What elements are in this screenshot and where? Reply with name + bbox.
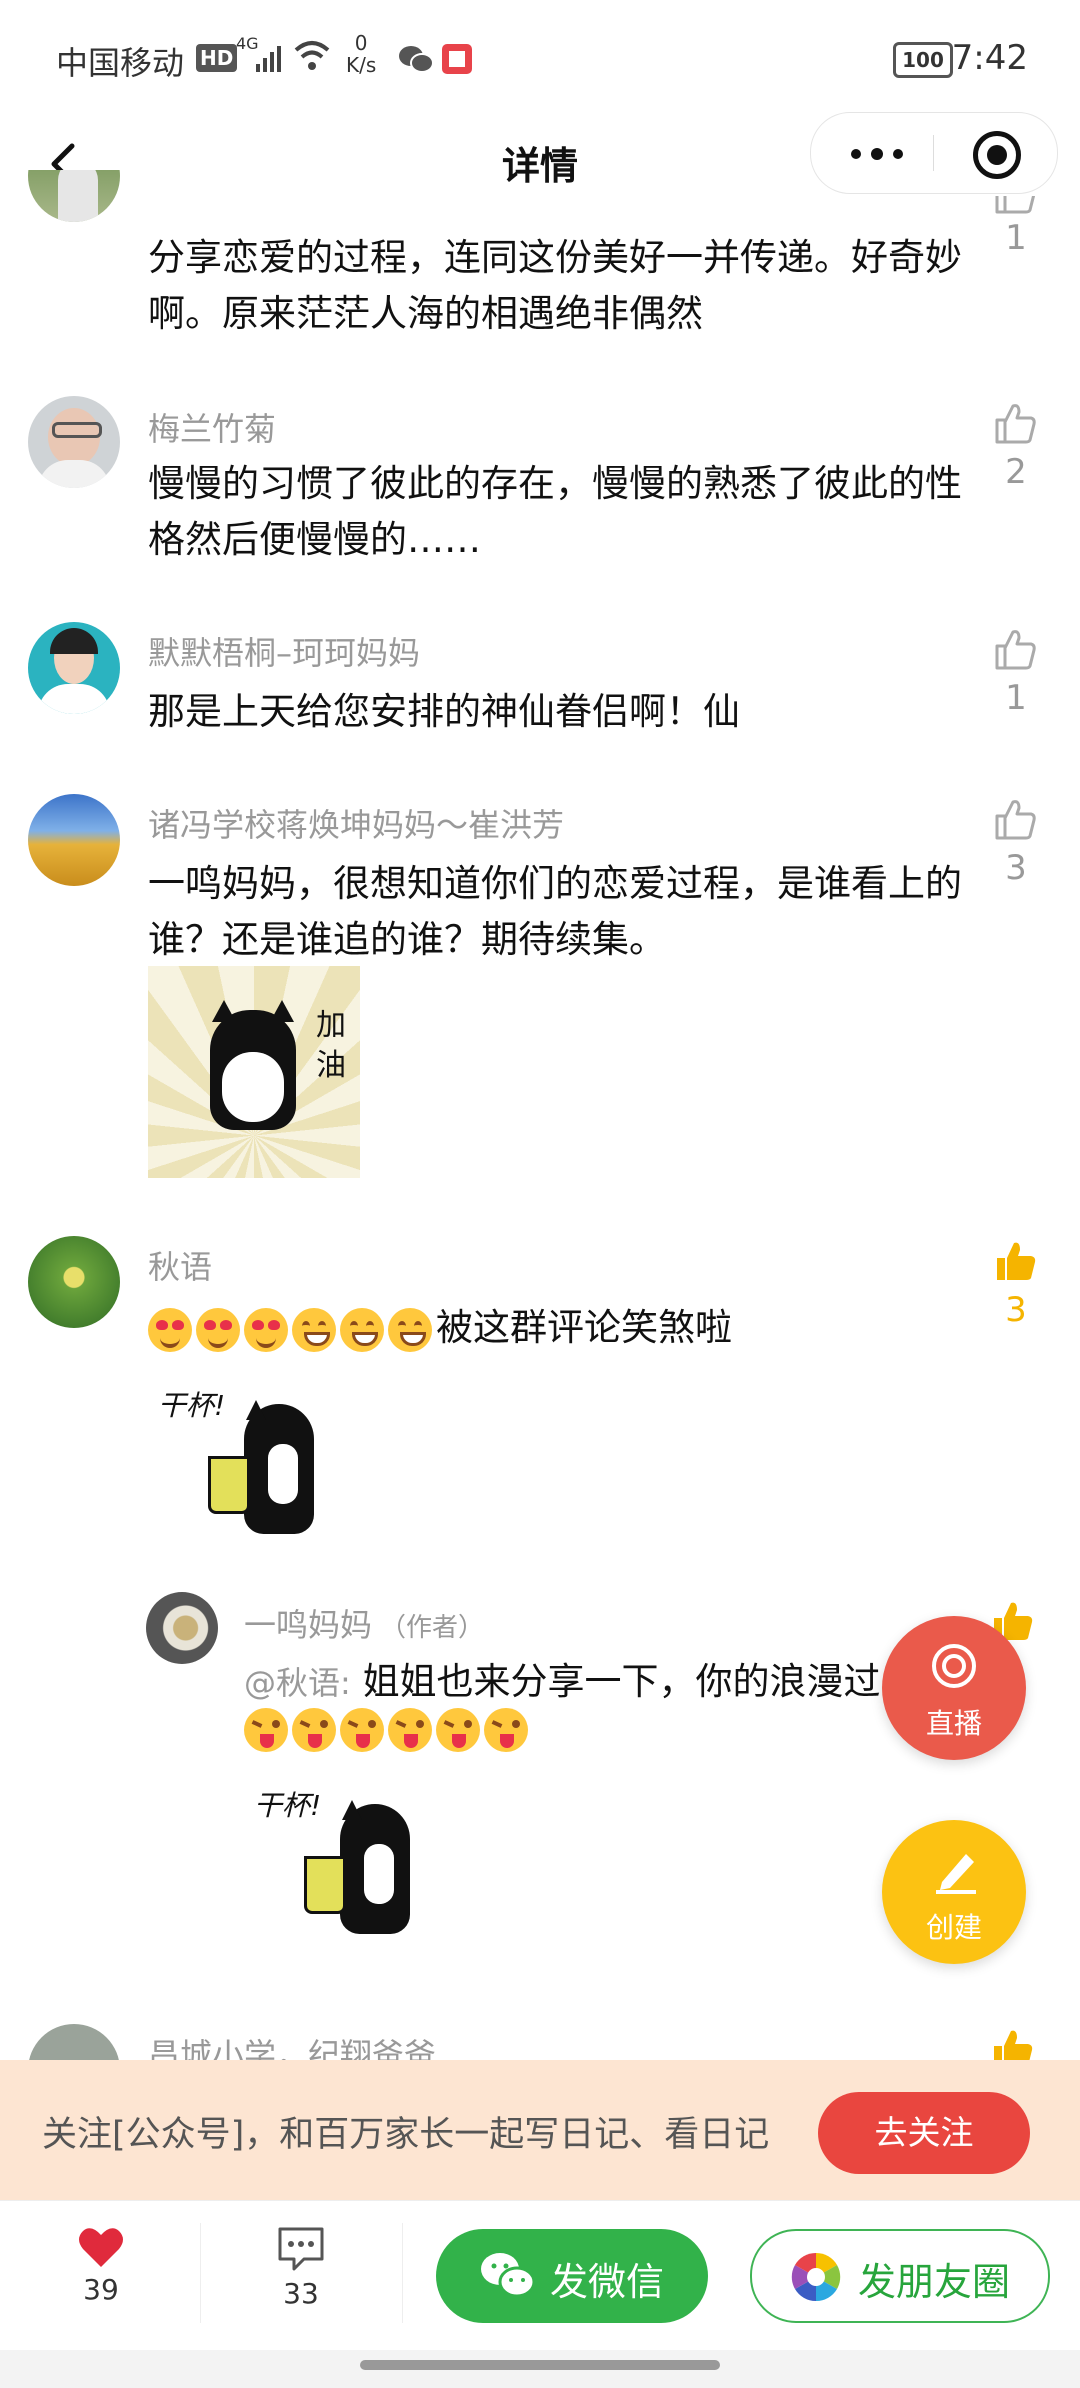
speed-value: 0 xyxy=(354,31,368,55)
commenter-name[interactable]: 梅兰竹菊 xyxy=(148,404,276,450)
like-button[interactable]: 3 xyxy=(986,796,1046,888)
tongue-emoji xyxy=(388,1708,432,1752)
create-button[interactable]: 创建 xyxy=(882,1820,1026,1964)
live-button[interactable]: 直播 xyxy=(882,1616,1026,1760)
follow-button[interactable]: 去关注 xyxy=(818,2092,1030,2174)
grin-emoji xyxy=(340,1307,384,1352)
divider xyxy=(200,2223,201,2323)
comment-text-line: 被这群评论笑煞啦 xyxy=(148,1300,732,1356)
hd-badge: HD xyxy=(196,44,238,72)
tongue-emoji xyxy=(340,1708,384,1752)
avatar[interactable] xyxy=(28,622,120,714)
reply-text: 姐姐也来分享一下，你的浪漫过 xyxy=(362,1660,881,1703)
commenter-name[interactable]: 默默梧桐–珂珂妈妈 xyxy=(148,628,420,674)
like-button[interactable]: 2 xyxy=(986,400,1046,492)
like-count: 1 xyxy=(1005,678,1027,718)
divider xyxy=(402,2223,403,2323)
clock: 7:42 xyxy=(951,38,1028,78)
mini-program-capsule xyxy=(810,112,1058,194)
comment-text: 分享恋爱的过程，连同这份美好一并传递。好奇妙啊。原来茫茫人海的相遇绝非偶然 xyxy=(148,236,962,335)
like-count: 1 xyxy=(1005,218,1027,258)
heart-eyes-emoji xyxy=(196,1307,240,1352)
like-button[interactable]: 3 xyxy=(986,1238,1046,1330)
home-indicator[interactable] xyxy=(360,2360,720,2370)
share-moments-button[interactable]: 发朋友圈 xyxy=(750,2229,1050,2323)
wechat-icon xyxy=(481,2253,536,2298)
pencil-icon xyxy=(936,1854,976,1894)
speed-unit: K/s xyxy=(346,53,377,77)
author-tag: （作者） xyxy=(380,1613,485,1643)
likes-count: 39 xyxy=(83,2273,119,2306)
moments-label: 发朋友圈 xyxy=(858,2260,1011,2304)
thumbs-up-filled-icon xyxy=(997,1242,1036,1280)
avatar[interactable] xyxy=(146,1592,218,1664)
wechat-notification-icon xyxy=(399,46,434,73)
live-icon xyxy=(932,1644,976,1688)
heart-icon xyxy=(79,2228,123,2267)
thumbs-up-icon xyxy=(995,630,1036,670)
avatar[interactable] xyxy=(28,1236,120,1328)
comment-text: 一鸣妈妈，很想知道你们的恋爱过程，是谁看上的谁？还是谁追的谁？期待续集。 xyxy=(148,862,962,961)
like-count: 2 xyxy=(1005,452,1027,492)
heart-eyes-emoji xyxy=(148,1307,192,1352)
tongue-emoji xyxy=(292,1708,336,1752)
follow-banner: 关注[公众号]，和百万家长一起写日记、看日记 去关注 xyxy=(0,2060,1080,2200)
like-count: 3 xyxy=(1005,1290,1027,1330)
comments-action[interactable]: 33 xyxy=(236,2225,366,2310)
wifi-icon xyxy=(294,41,330,70)
sticker-image[interactable]: 干杯! xyxy=(148,1374,368,1564)
wechat-label: 发微信 xyxy=(550,2260,665,2304)
carrier-label: 中国移动 xyxy=(56,44,185,82)
heart-eyes-emoji xyxy=(244,1307,288,1352)
moments-icon xyxy=(791,2252,841,2302)
close-miniprogram-icon[interactable] xyxy=(973,131,1021,179)
reader-app-icon xyxy=(442,44,472,74)
sticker-image[interactable]: 加油 xyxy=(148,966,360,1178)
bottom-action-bar: 39 33 发微信 发朋友圈 xyxy=(0,2200,1080,2351)
like-count: 3 xyxy=(1005,848,1027,888)
comment-text: 慢慢的习惯了彼此的存在，慢慢的熟悉了彼此的性格然后便慢慢的…… xyxy=(148,462,962,561)
grin-emoji xyxy=(388,1307,432,1352)
comment-icon xyxy=(278,2227,324,2271)
sticker-caption: 干杯! xyxy=(158,1389,226,1422)
tongue-emoji xyxy=(484,1708,528,1752)
grin-emoji xyxy=(292,1307,336,1352)
sticker-caption: 加油 xyxy=(316,1008,346,1083)
mention[interactable]: @秋语: xyxy=(244,1664,351,1702)
thumbs-up-icon xyxy=(995,800,1036,840)
avatar[interactable] xyxy=(28,794,120,886)
like-button[interactable]: 1 xyxy=(986,196,1046,258)
reply-text-line: @秋语: 姐姐也来分享一下，你的浪漫过 xyxy=(244,1654,894,1711)
capsule-divider xyxy=(933,135,934,171)
battery-indicator: 100 xyxy=(893,42,953,78)
tongue-emoji xyxy=(436,1708,480,1752)
status-bar: 中国移动 HD 4G 0 K/s 100 7:42 xyxy=(0,0,1080,120)
like-button[interactable]: 1 xyxy=(986,626,1046,718)
send-wechat-button[interactable]: 发微信 xyxy=(436,2229,708,2323)
sticker-image[interactable]: 干杯! xyxy=(248,1774,468,1964)
sticker-caption: 干杯! xyxy=(254,1789,322,1822)
live-label: 直播 xyxy=(925,1707,982,1740)
avatar[interactable] xyxy=(28,396,120,488)
comment-text: 被这群评论笑煞啦 xyxy=(436,1306,732,1349)
reply-author-name[interactable]: 一鸣妈妈 （作者） xyxy=(244,1600,484,1646)
banner-text: 关注[公众号]，和百万家长一起写日记、看日记 xyxy=(42,2115,770,2155)
thumbs-up-icon xyxy=(995,404,1036,444)
create-label: 创建 xyxy=(925,1911,982,1944)
signal-icon xyxy=(256,46,281,72)
commenter-name[interactable]: 诸冯学校蒋焕坤妈妈～崔洪芳 xyxy=(148,800,564,846)
thumbs-up-icon xyxy=(995,196,1036,214)
net-speed: 0 K/s xyxy=(346,32,376,76)
reply-author: 一鸣妈妈 xyxy=(244,1606,373,1644)
more-icon[interactable] xyxy=(851,148,903,161)
likes-action[interactable]: 39 xyxy=(36,2225,166,2306)
comment-text: 那是上天给您安排的神仙眷侣啊！仙 xyxy=(148,690,740,733)
comments-count: 33 xyxy=(283,2277,319,2310)
reply-emojis xyxy=(244,1708,532,1752)
tongue-emoji xyxy=(244,1708,288,1752)
commenter-name[interactable]: 秋语 xyxy=(148,1242,212,1288)
